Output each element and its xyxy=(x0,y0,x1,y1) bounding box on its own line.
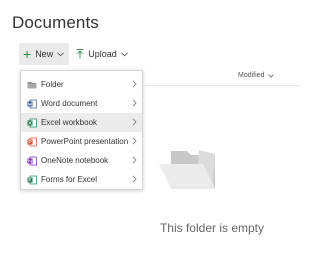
folder-icon xyxy=(27,81,37,88)
menu-item-excel-workbook[interactable]: Excel workbook xyxy=(21,113,142,132)
upload-label: Upload xyxy=(88,49,117,59)
chevron-right-icon xyxy=(132,99,137,107)
chevron-right-icon xyxy=(132,137,137,145)
forms-icon xyxy=(27,175,37,184)
new-menu: Folder Word document Excel workbook Powe… xyxy=(20,70,143,190)
menu-item-label: PowerPoint presentation xyxy=(41,137,129,146)
chevron-right-icon xyxy=(132,118,137,126)
menu-item-onenote-notebook[interactable]: OneNote notebook xyxy=(21,151,142,170)
chevron-down-icon xyxy=(268,73,275,78)
menu-item-label: Excel workbook xyxy=(41,118,98,127)
upload-button[interactable]: Upload xyxy=(69,43,133,65)
menu-item-label: Forms for Excel xyxy=(41,175,98,184)
menu-item-powerpoint-presentation[interactable]: PowerPoint presentation xyxy=(21,132,142,151)
menu-item-label: Folder xyxy=(41,80,64,89)
chevron-right-icon xyxy=(132,175,137,183)
empty-state-message: This folder is empty xyxy=(159,221,265,235)
plus-icon: + xyxy=(23,46,32,62)
menu-item-label: Word document xyxy=(41,99,98,108)
chevron-down-icon xyxy=(120,51,128,56)
menu-item-forms-for-excel[interactable]: Forms for Excel xyxy=(21,170,142,189)
empty-folder-illustration xyxy=(159,150,215,189)
word-icon xyxy=(27,99,37,108)
menu-item-label: OneNote notebook xyxy=(41,156,109,165)
chevron-right-icon xyxy=(132,80,137,88)
column-header-modified-label: Modified xyxy=(238,72,265,79)
powerpoint-icon xyxy=(27,137,37,146)
column-header-modified[interactable]: Modified xyxy=(238,72,275,79)
upload-icon xyxy=(76,49,84,59)
new-button[interactable]: + New xyxy=(19,43,70,65)
page-title: Documents xyxy=(12,13,99,32)
column-header-divider xyxy=(145,85,300,86)
excel-icon xyxy=(27,118,37,127)
chevron-down-icon xyxy=(57,51,65,56)
menu-item-word-document[interactable]: Word document xyxy=(21,94,142,113)
onenote-icon xyxy=(27,156,37,165)
menu-item-folder[interactable]: Folder xyxy=(21,75,142,94)
chevron-right-icon xyxy=(132,156,137,164)
new-label: New xyxy=(35,49,54,59)
command-bar: + New Upload xyxy=(19,43,133,65)
